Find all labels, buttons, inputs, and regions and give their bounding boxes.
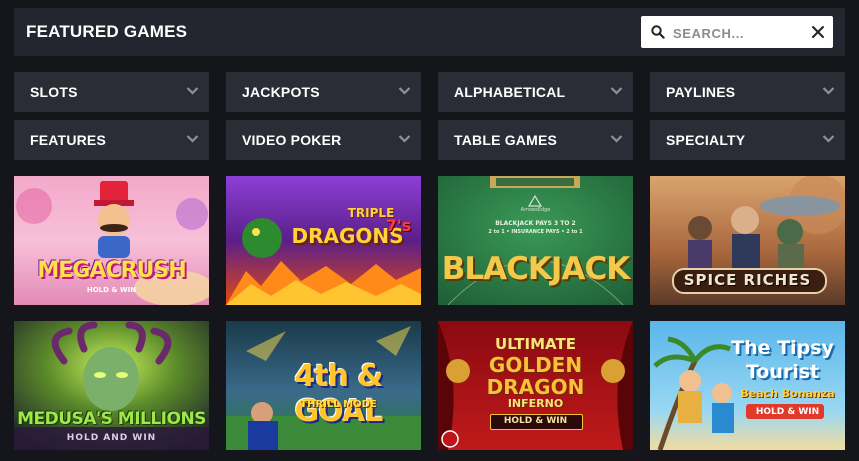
filter-label: JACKPOTS (242, 84, 320, 100)
chevron-down-icon (186, 135, 199, 143)
filter-label: VIDEO POKER (242, 132, 342, 148)
game-title: MEGACRUSH (37, 258, 186, 283)
close-icon[interactable] (811, 25, 825, 39)
game-tile-4th-and-goal[interactable]: 4th & GOAL THRILL MODE (226, 321, 421, 450)
filter-label: SPECIALTY (666, 132, 746, 148)
game-title-line1: The Tipsy (731, 337, 834, 359)
filter-slots[interactable]: SLOTS (14, 72, 209, 112)
filter-jackpots[interactable]: JACKPOTS (226, 72, 421, 112)
game-subtitle: HOLD & WIN (755, 407, 820, 417)
game-subtitle: HOLD AND WIN (66, 433, 157, 443)
game-title: SPICE RICHES (683, 271, 812, 289)
games-grid: MEGACRUSH HOLD & WIN TRIPLE DRAGONS 7's … (14, 176, 845, 450)
featured-games-header: FEATURED GAMES (14, 8, 845, 56)
game-title-line4: INFERNO (507, 397, 564, 410)
game-subtitle: HOLD & WIN (503, 416, 568, 426)
game-tile-blackjack[interactable]: ArrowsEdge BLACKJACK PAYS 3 TO 2 2 to 1 … (438, 176, 633, 305)
game-title-line2: Tourist (745, 361, 820, 383)
filter-label: PAYLINES (666, 84, 736, 100)
game-title-line1: ULTIMATE (495, 335, 576, 353)
chevron-down-icon (610, 135, 623, 143)
medusas-millions-artwork (14, 321, 209, 450)
game-subtitle: THRILL MODE (300, 399, 377, 410)
game-title-line3: DRAGON (486, 375, 585, 399)
filter-video-poker[interactable]: VIDEO POKER (226, 120, 421, 160)
search-input[interactable] (671, 22, 805, 44)
chevron-down-icon (398, 135, 411, 143)
game-tile-tipsy-tourist[interactable]: The Tipsy Tourist Beach Bonanza HOLD & W… (650, 321, 845, 450)
filter-label: FEATURES (30, 132, 107, 148)
filter-table-games[interactable]: TABLE GAMES (438, 120, 633, 160)
filter-paylines[interactable]: PAYLINES (650, 72, 845, 112)
game-title: 4th & GOAL (294, 359, 383, 429)
filter-label: TABLE GAMES (454, 132, 558, 148)
filter-alphabetical[interactable]: ALPHABETICAL (438, 72, 633, 112)
game-title-line2: GOLDEN (488, 353, 583, 377)
game-tile-ultimate-golden-dragon[interactable]: ULTIMATE GOLDEN DRAGON INFERNO HOLD & WI… (438, 321, 633, 450)
table-text-insurance: 2 to 1 • INSURANCE PAYS • 2 to 1 (488, 229, 583, 235)
page-title: FEATURED GAMES (26, 22, 188, 41)
game-title: MEDUSA'S MILLIONS (17, 409, 206, 429)
search-icon (651, 25, 665, 39)
search-box[interactable] (641, 16, 833, 48)
game-tile-triple-dragons[interactable]: TRIPLE DRAGONS 7's (226, 176, 421, 305)
game-subtitle: HOLD & WIN (86, 286, 137, 294)
table-text-payout: BLACKJACK PAYS 3 TO 2 (495, 220, 576, 227)
filter-label: SLOTS (30, 84, 78, 100)
chevron-down-icon (822, 87, 835, 95)
filter-label: ALPHABETICAL (454, 84, 566, 100)
chevron-down-icon (610, 87, 623, 95)
game-title-suffix: 7's (385, 216, 412, 235)
game-tile-megacrush[interactable]: MEGACRUSH HOLD & WIN (14, 176, 209, 305)
game-tile-spice-riches[interactable]: SPICE RICHES (650, 176, 845, 305)
chevron-down-icon (186, 87, 199, 95)
table-brand: ArrowsEdge (520, 207, 551, 213)
chevron-down-icon (822, 135, 835, 143)
game-title: BLACKJACK (441, 251, 630, 287)
chevron-down-icon (398, 87, 411, 95)
game-title-line3: Beach Bonanza (740, 387, 835, 400)
filter-features[interactable]: FEATURES (14, 120, 209, 160)
filter-specialty[interactable]: SPECIALTY (650, 120, 845, 160)
game-tile-medusas-millions[interactable]: MEDUSA'S MILLIONS HOLD AND WIN (14, 321, 209, 450)
filter-dropdowns: SLOTS JACKPOTS ALPHABETICAL PAYLINES FEA… (14, 72, 845, 160)
